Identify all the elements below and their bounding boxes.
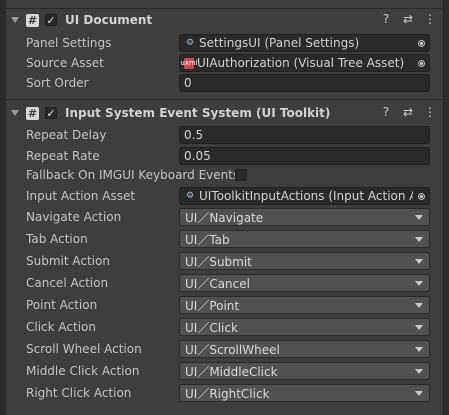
field-value: SettingsUI (Panel Settings) [199, 36, 360, 50]
field-label: Tab Action [26, 232, 88, 246]
action-dropdown[interactable]: UI／ScrollWheel [179, 340, 430, 358]
context-menu-icon[interactable]: ⋮ [423, 105, 437, 119]
field-label: Fallback On IMGUI Keyboard Events [26, 168, 240, 182]
dropdown-value: UI／Cancel [185, 276, 250, 291]
help-icon[interactable]: ? [379, 12, 393, 26]
action-dropdown[interactable]: UI／MiddleClick [179, 362, 430, 380]
field-label: Submit Action [26, 254, 110, 268]
input-actions-asset-icon: ⚙ [185, 191, 195, 201]
field-label: Click Action [26, 320, 96, 334]
separator [6, 99, 443, 100]
action-row: Middle Click Action UI／MiddleClick [6, 361, 443, 381]
action-dropdown[interactable]: UI／Tab [179, 230, 430, 248]
help-icon[interactable]: ? [379, 105, 393, 119]
panel-settings-row: Panel Settings ⚙ SettingsUI (Panel Setti… [6, 33, 443, 53]
header-icons: ? ⇄ ⋮ [379, 105, 437, 119]
context-menu-icon[interactable]: ⋮ [423, 12, 437, 26]
dropdown-value: UI／RightClick [185, 386, 270, 401]
sort-order-input[interactable]: 0 [179, 74, 430, 92]
field-label: Sort Order [26, 76, 89, 90]
dropdown-value: UI／Point [185, 298, 240, 313]
action-dropdown[interactable]: UI／Cancel [179, 274, 430, 292]
field-label: Repeat Rate [26, 149, 100, 163]
field-label: Source Asset [26, 56, 104, 70]
action-row: Navigate Action UI／Navigate [6, 207, 443, 227]
repeat-rate-input[interactable]: 0.05 [179, 147, 430, 165]
repeat-rate-row: Repeat Rate 0.05 [6, 146, 443, 166]
component-title: Input System Event System (UI Toolkit) [65, 106, 331, 120]
uxml-asset-icon: uxml [180, 57, 198, 69]
ui-document-header[interactable]: # UI Document ? ⇄ ⋮ [6, 9, 443, 31]
repeat-delay-row: Repeat Delay 0.5 [6, 125, 443, 145]
dropdown-arrow-icon [415, 325, 423, 330]
dropdown-value: UI／Tab [185, 232, 230, 247]
action-row: Cancel Action UI／Cancel [6, 273, 443, 293]
field-value: UIAuthorization (Visual Tree Asset) [197, 56, 405, 70]
component-title: UI Document [65, 13, 153, 27]
field-label: Input Action Asset [26, 189, 136, 203]
field-label: Right Click Action [26, 386, 132, 400]
foldout-arrow-icon[interactable] [10, 108, 20, 118]
foldout-arrow-icon[interactable] [10, 15, 20, 25]
field-label: Point Action [26, 298, 98, 312]
script-icon: # [26, 13, 39, 27]
presets-icon[interactable]: ⇄ [401, 105, 415, 119]
object-picker-icon[interactable] [413, 188, 429, 204]
repeat-delay-input[interactable]: 0.5 [179, 126, 430, 144]
action-dropdown[interactable]: UI／Submit [179, 252, 430, 270]
sort-order-row: Sort Order 0 [6, 73, 443, 93]
action-row: Scroll Wheel Action UI／ScrollWheel [6, 339, 443, 359]
script-icon: # [26, 106, 39, 120]
action-row: Tab Action UI／Tab [6, 229, 443, 249]
dropdown-arrow-icon [415, 281, 423, 286]
field-label: Panel Settings [26, 36, 112, 50]
dropdown-value: UI／Click [185, 320, 238, 335]
input-action-asset-field[interactable]: ⚙ UIToolkitInputActions (Input Action As… [179, 187, 430, 205]
dropdown-arrow-icon [415, 303, 423, 308]
dropdown-value: UI／MiddleClick [185, 364, 278, 379]
fallback-imgui-checkbox[interactable] [235, 169, 247, 181]
presets-icon[interactable]: ⇄ [401, 12, 415, 26]
source-asset-row: Source Asset uxml UIAuthorization (Visua… [6, 53, 443, 73]
dropdown-value: UI／ScrollWheel [185, 342, 280, 357]
dropdown-arrow-icon [415, 369, 423, 374]
header-icons: ? ⇄ ⋮ [379, 12, 437, 26]
ui-document-enabled-checkbox[interactable] [45, 14, 57, 26]
action-row: Right Click Action UI／RightClick [6, 383, 443, 403]
action-dropdown[interactable]: UI／Click [179, 318, 430, 336]
dropdown-arrow-icon [415, 347, 423, 352]
event-system-header[interactable]: # Input System Event System (UI Toolkit)… [6, 102, 443, 124]
input-action-asset-row: Input Action Asset ⚙ UIToolkitInputActio… [6, 186, 443, 206]
field-label: Scroll Wheel Action [26, 342, 142, 356]
source-asset-field[interactable]: uxml UIAuthorization (Visual Tree Asset) [179, 54, 430, 72]
field-label: Cancel Action [26, 276, 109, 290]
action-dropdown[interactable]: UI／RightClick [179, 384, 430, 402]
dropdown-value: UI／Navigate [185, 210, 264, 225]
event-system-enabled-checkbox[interactable] [45, 107, 57, 119]
panel-settings-field[interactable]: ⚙ SettingsUI (Panel Settings) [179, 34, 430, 52]
inspector-scrollbar[interactable] [443, 0, 449, 415]
dropdown-arrow-icon [415, 391, 423, 396]
action-row: Submit Action UI／Submit [6, 251, 443, 271]
field-label: Middle Click Action [26, 364, 140, 378]
action-row: Point Action UI／Point [6, 295, 443, 315]
action-dropdown[interactable]: UI／Point [179, 296, 430, 314]
object-picker-icon[interactable] [413, 35, 429, 51]
object-picker-icon[interactable] [413, 55, 429, 71]
dropdown-arrow-icon [415, 237, 423, 242]
action-row: Click Action UI／Click [6, 317, 443, 337]
field-label: Repeat Delay [26, 128, 107, 142]
fallback-imgui-row: Fallback On IMGUI Keyboard Events [6, 165, 443, 185]
dropdown-arrow-icon [415, 259, 423, 264]
dropdown-arrow-icon [415, 215, 423, 220]
action-dropdown[interactable]: UI／Navigate [179, 208, 430, 226]
dropdown-value: UI／Submit [185, 254, 252, 269]
panel-settings-asset-icon: ⚙ [185, 38, 195, 48]
field-value: UIToolkitInputActions (Input Action Asse… [199, 189, 413, 203]
inspector-panel: # UI Document ? ⇄ ⋮ Panel Settings ⚙ Set… [6, 0, 443, 415]
field-label: Navigate Action [26, 210, 122, 224]
